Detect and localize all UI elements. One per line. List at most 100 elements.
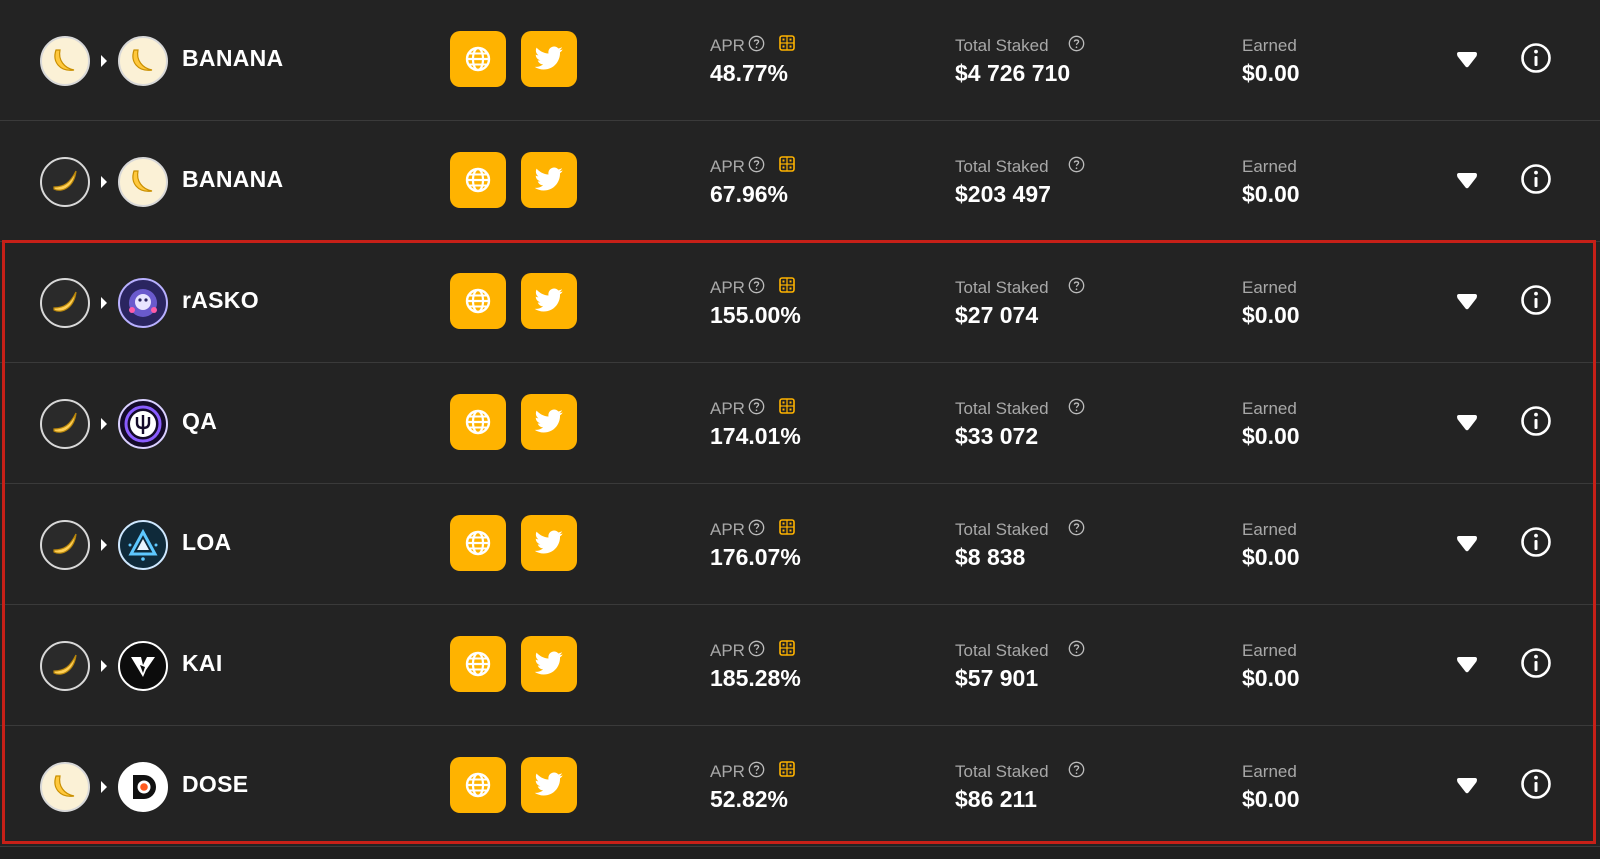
golden-banana-token-icon — [40, 641, 90, 691]
help-icon[interactable] — [1068, 761, 1085, 778]
info-icon[interactable] — [1520, 42, 1552, 74]
apr-value: 67.96% — [710, 181, 789, 207]
earned-label: Earned — [1242, 399, 1297, 418]
website-button[interactable] — [450, 273, 506, 329]
pool-row[interactable]: BANANA APR 48.77% Total Staked $4 726 71… — [0, 0, 1600, 121]
help-icon[interactable] — [748, 35, 765, 52]
expand-arrow-icon[interactable] — [1455, 171, 1479, 191]
total-staked-value: $8 838 — [955, 544, 1026, 570]
apr-label: APR — [710, 762, 745, 781]
info-icon[interactable] — [1520, 768, 1552, 800]
earned-label: Earned — [1242, 641, 1297, 660]
pool-row[interactable]: QA APR 174.01% Total Staked $33 072 Earn… — [0, 363, 1600, 484]
info-icon[interactable] — [1520, 163, 1552, 195]
pool-name: KAI — [182, 650, 223, 676]
calculator-icon[interactable] — [779, 35, 795, 51]
arrow-right-icon — [101, 660, 107, 672]
apr-value: 174.01% — [710, 423, 801, 449]
arrow-right-icon — [101, 781, 107, 793]
expand-arrow-icon[interactable] — [1455, 292, 1479, 312]
apr-value: 176.07% — [710, 544, 801, 570]
calculator-icon[interactable] — [779, 156, 795, 172]
apr-label: APR — [710, 520, 745, 539]
apr-value: 185.28% — [710, 665, 801, 691]
arrow-right-icon — [101, 55, 107, 67]
dose-token-icon — [118, 762, 168, 812]
calculator-icon[interactable] — [779, 277, 795, 293]
twitter-button[interactable] — [521, 152, 577, 208]
help-icon[interactable] — [1068, 156, 1085, 173]
apr-label: APR — [710, 399, 745, 418]
apr-label: APR — [710, 641, 745, 660]
expand-arrow-icon[interactable] — [1455, 655, 1479, 675]
pool-row[interactable]: LOA APR 176.07% Total Staked $8 838 Earn… — [0, 484, 1600, 605]
help-icon[interactable] — [748, 398, 765, 415]
twitter-button[interactable] — [521, 515, 577, 571]
globe-icon — [465, 46, 491, 72]
apr-value: 52.82% — [710, 786, 789, 812]
apr-value: 48.77% — [710, 60, 789, 86]
earned-value: $0.00 — [1242, 786, 1300, 812]
info-icon[interactable] — [1520, 647, 1552, 679]
help-icon[interactable] — [748, 277, 765, 294]
calculator-icon[interactable] — [779, 640, 795, 656]
earned-value: $0.00 — [1242, 665, 1300, 691]
banana-token-icon — [118, 157, 168, 207]
help-icon[interactable] — [748, 640, 765, 657]
website-button[interactable] — [450, 515, 506, 571]
info-icon[interactable] — [1520, 284, 1552, 316]
total-staked-value: $86 211 — [955, 786, 1037, 812]
expand-arrow-icon[interactable] — [1455, 413, 1479, 433]
website-button[interactable] — [450, 31, 506, 87]
arrow-right-icon — [101, 176, 107, 188]
help-icon[interactable] — [1068, 640, 1085, 657]
website-button[interactable] — [450, 152, 506, 208]
expand-arrow-icon[interactable] — [1455, 776, 1479, 796]
twitter-button[interactable] — [521, 31, 577, 87]
twitter-button[interactable] — [521, 636, 577, 692]
earned-value: $0.00 — [1242, 302, 1300, 328]
info-icon[interactable] — [1520, 405, 1552, 437]
pool-row[interactable]: KAI APR 185.28% Total Staked $57 901 Ear… — [0, 605, 1600, 726]
expand-arrow-icon[interactable] — [1455, 50, 1479, 70]
help-icon[interactable] — [748, 156, 765, 173]
website-button[interactable] — [450, 757, 506, 813]
twitter-button[interactable] — [521, 273, 577, 329]
website-button[interactable] — [450, 394, 506, 450]
loa-token-icon — [118, 520, 168, 570]
expand-arrow-icon[interactable] — [1455, 534, 1479, 554]
help-icon[interactable] — [1068, 35, 1085, 52]
twitter-button[interactable] — [521, 757, 577, 813]
twitter-icon — [534, 772, 563, 796]
help-icon[interactable] — [1068, 277, 1085, 294]
help-icon[interactable] — [748, 761, 765, 778]
apr-value: 155.00% — [710, 302, 801, 328]
pool-row[interactable]: BANANA APR 67.96% Total Staked $203 497 … — [0, 121, 1600, 242]
globe-icon — [465, 772, 491, 798]
help-icon[interactable] — [1068, 519, 1085, 536]
twitter-icon — [534, 409, 563, 433]
pool-name: rASKO — [182, 287, 259, 313]
total-staked-label: Total Staked — [955, 762, 1049, 781]
arrow-right-icon — [101, 297, 107, 309]
calculator-icon[interactable] — [779, 398, 795, 414]
twitter-icon — [534, 530, 563, 554]
info-icon[interactable] — [1520, 526, 1552, 558]
globe-icon — [465, 409, 491, 435]
total-staked-value: $33 072 — [955, 423, 1039, 449]
earned-label: Earned — [1242, 157, 1297, 176]
calculator-icon[interactable] — [779, 761, 795, 777]
pool-name: BANANA — [182, 166, 284, 192]
help-icon[interactable] — [748, 519, 765, 536]
help-icon[interactable] — [1068, 398, 1085, 415]
twitter-icon — [534, 46, 563, 70]
golden-banana-token-icon — [40, 520, 90, 570]
total-staked-label: Total Staked — [955, 157, 1049, 176]
arrow-right-icon — [101, 539, 107, 551]
banana-token-icon — [40, 36, 90, 86]
pool-row[interactable]: rASKO APR 155.00% Total Staked $27 074 E… — [0, 242, 1600, 363]
website-button[interactable] — [450, 636, 506, 692]
pool-row[interactable]: DOSE APR 52.82% Total Staked $86 211 Ear… — [0, 726, 1600, 847]
twitter-button[interactable] — [521, 394, 577, 450]
calculator-icon[interactable] — [779, 519, 795, 535]
